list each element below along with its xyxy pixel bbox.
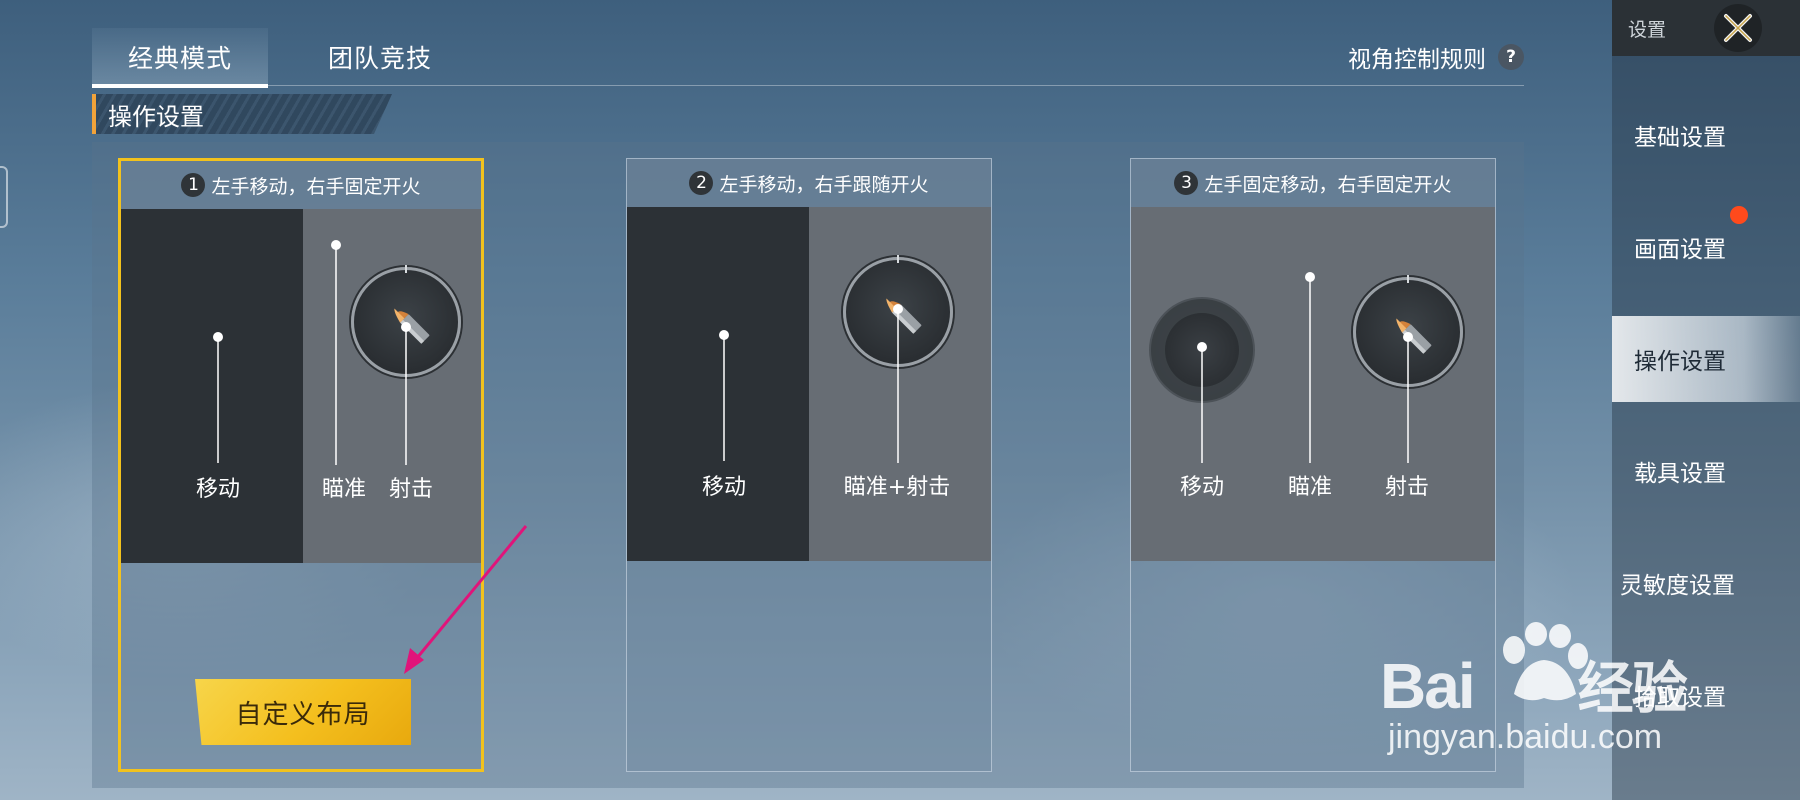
fire-label: 射击 — [388, 477, 434, 502]
layout-card-2[interactable]: 2 左手移动，右手跟随开火 移动 瞄准+射击 — [626, 158, 992, 772]
sidebar-item-sensitivity[interactable]: 灵敏度设置 — [1612, 540, 1800, 626]
layout-diagram: 移动 瞄准 射击 — [1131, 207, 1495, 561]
move-zone — [627, 207, 809, 561]
move-label: 移动 — [1179, 475, 1225, 500]
tab-label: 经典模式 — [127, 44, 232, 73]
fire-label: 射击 — [1384, 475, 1430, 500]
close-button[interactable] — [1714, 4, 1762, 52]
mode-tabs: 经典模式 团队竞技 视角控制规则 ? — [92, 28, 1524, 88]
card-title-bar: 2 左手移动，右手跟随开火 — [627, 159, 991, 207]
move-indicator-line — [723, 335, 725, 461]
sidebar-item-label: 基础设置 — [1634, 125, 1726, 151]
card-number: 2 — [689, 171, 714, 195]
bullet-icon — [886, 298, 922, 334]
card-number: 1 — [181, 173, 206, 197]
aim-fire-zone — [303, 209, 481, 563]
move-label: 移动 — [701, 475, 747, 500]
card-title-bar: 3 左手固定移动，右手固定开火 — [1131, 159, 1495, 207]
move-zone — [121, 209, 303, 563]
help-icon[interactable]: ? — [1498, 44, 1524, 70]
tab-team-deathmatch[interactable]: 团队竞技 — [292, 28, 468, 86]
card-title: 左手移动，右手跟随开火 — [719, 173, 929, 196]
view-control-rules-label: 视角控制规则 — [1348, 47, 1486, 73]
fire-indicator-dot — [1403, 332, 1413, 342]
sidebar-item-label: 灵敏度设置 — [1620, 573, 1735, 599]
sidebar-item-graphics[interactable]: 画面设置 — [1612, 204, 1800, 290]
aim-label: 瞄准 — [1287, 475, 1333, 500]
tab-label: 团队竞技 — [327, 44, 432, 73]
sidebar-item-vehicle[interactable]: 载具设置 — [1612, 428, 1800, 514]
custom-layout-button[interactable]: 自定义布局 — [195, 679, 411, 745]
aim-indicator-line — [335, 245, 337, 465]
close-icon — [1724, 14, 1752, 42]
card-title-bar: 1 左手移动，右手固定开火 — [121, 161, 481, 209]
sidebar-item-controls[interactable]: 操作设置 — [1612, 316, 1800, 402]
sidebar-item-basic[interactable]: 基础设置 — [1612, 92, 1800, 178]
aim-fire-label: 瞄准+射击 — [843, 475, 951, 500]
aim-fire-indicator-dot — [893, 304, 903, 314]
section-title-bar: 操作设置 — [92, 94, 392, 134]
view-control-rules-link[interactable]: 视角控制规则 ? — [1348, 28, 1524, 86]
settings-title: 设置 — [1628, 18, 1667, 41]
card-title: 左手移动，右手固定开火 — [211, 175, 421, 198]
layout-card-3[interactable]: 3 左手固定移动，右手固定开火 移动 瞄准 射击 — [1130, 158, 1496, 772]
layout-diagram: 移动 瞄准+射击 — [627, 207, 991, 561]
sidebar-item-label: 画面设置 — [1634, 237, 1726, 263]
move-indicator-dot — [719, 330, 729, 340]
aim-fire-indicator-line — [897, 309, 899, 463]
tab-classic-mode[interactable]: 经典模式 — [92, 28, 268, 88]
aim-indicator-dot — [331, 240, 341, 250]
layout-card-1[interactable]: 1 左手移动，右手固定开火 移动 瞄准 射击 自定义布局 — [118, 158, 484, 772]
layout-diagram: 移动 瞄准 射击 — [121, 209, 481, 563]
left-edge-handle[interactable] — [0, 166, 8, 228]
aim-indicator-line — [1309, 277, 1311, 463]
fire-indicator-line — [405, 327, 407, 465]
aim-label: 瞄准 — [321, 477, 367, 502]
sidebar-item-label: 操作设置 — [1634, 349, 1726, 375]
settings-header: 设置 — [1612, 0, 1800, 56]
sidebar-item-pickup[interactable]: 拾取设置 — [1612, 652, 1800, 738]
move-indicator-dot — [1197, 342, 1207, 352]
settings-sidebar: 设置 基础设置 画面设置 操作设置 载具设置 灵敏度设置 拾取设置 — [1612, 0, 1800, 800]
section-title: 操作设置 — [108, 102, 204, 131]
card-title: 左手固定移动，右手固定开火 — [1204, 173, 1452, 196]
move-label: 移动 — [195, 477, 241, 502]
sidebar-item-label: 载具设置 — [1634, 461, 1726, 487]
move-indicator-line — [1201, 347, 1203, 463]
notification-badge — [1730, 206, 1748, 224]
card-number: 3 — [1174, 171, 1199, 195]
sidebar-item-label: 拾取设置 — [1634, 685, 1726, 711]
move-indicator-line — [217, 337, 219, 463]
fire-indicator-line — [1407, 337, 1409, 463]
control-layout-panel: 1 左手移动，右手固定开火 移动 瞄准 射击 自定义布局 2 左手移动，右手跟随… — [92, 142, 1524, 788]
fire-indicator-dot — [401, 322, 411, 332]
move-indicator-dot — [213, 332, 223, 342]
aim-indicator-dot — [1305, 272, 1315, 282]
